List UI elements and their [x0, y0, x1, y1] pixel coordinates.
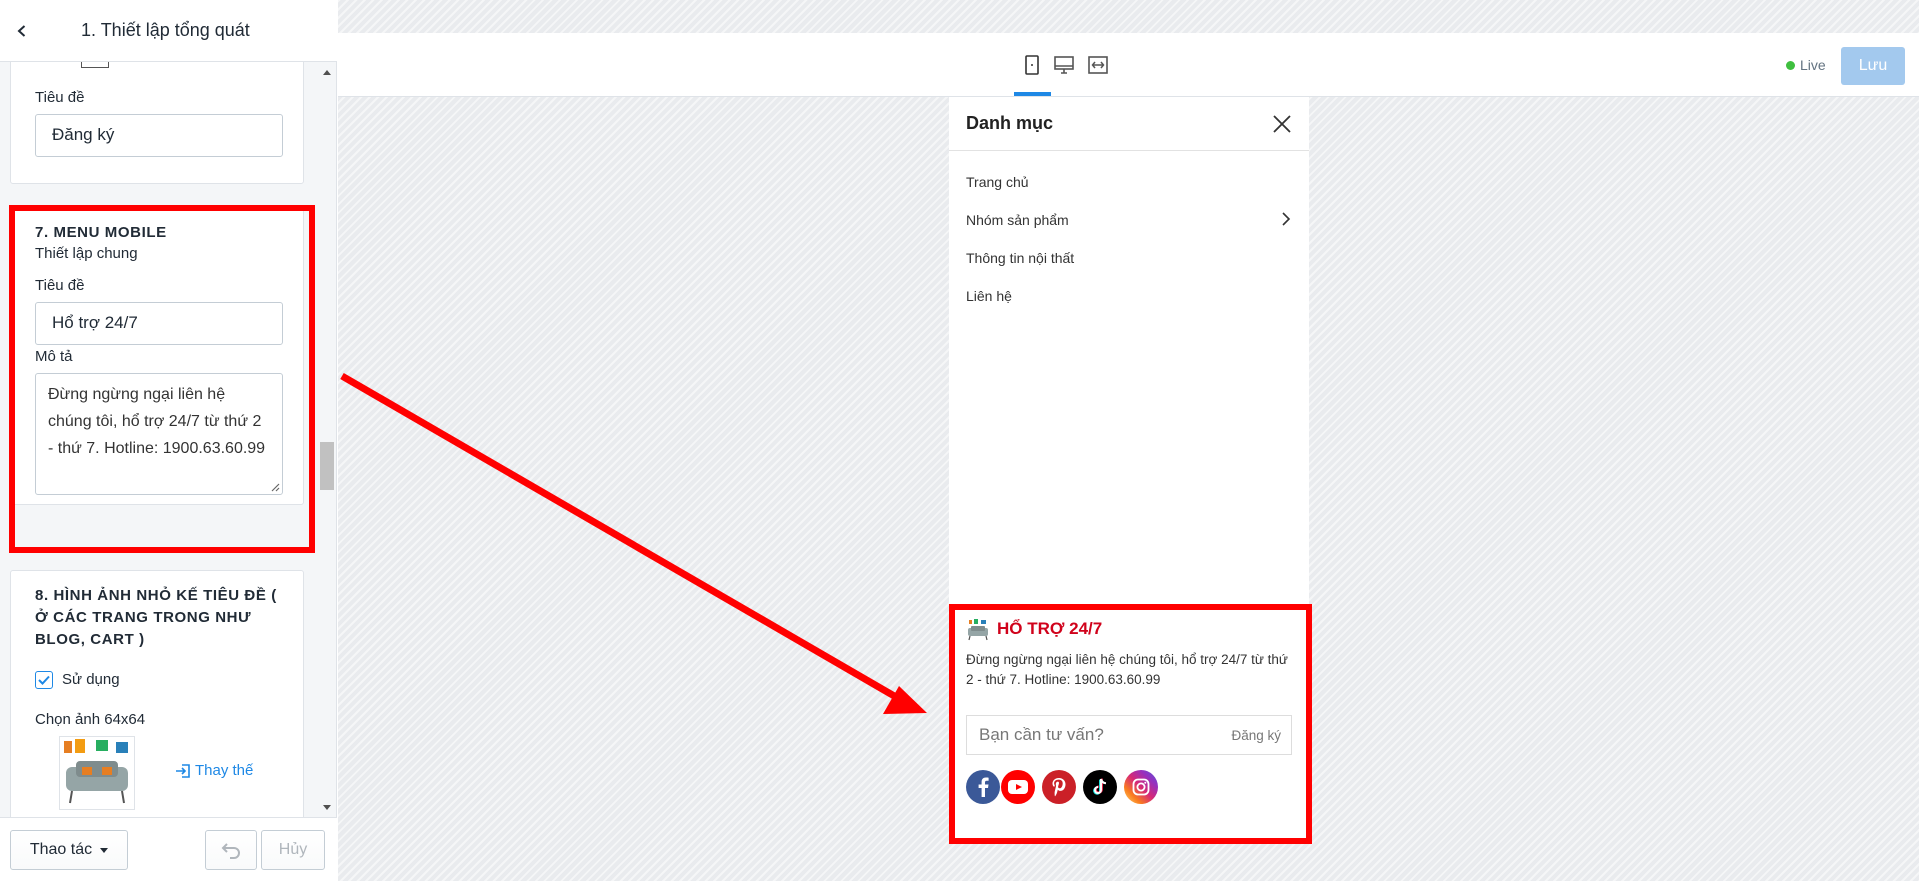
back-button[interactable] — [0, 0, 44, 62]
menu-mobile-card: 7. MENU MOBILE Thiết lập chung Tiêu đề H… — [10, 205, 304, 505]
image-size-label: Chọn ảnh 64x64 — [35, 711, 146, 728]
consult-input[interactable]: Bạn cần tư vấn? — [979, 725, 1104, 745]
sofa-icon — [968, 619, 988, 641]
instagram-icon — [1132, 778, 1150, 796]
settings-sidebar: 1. Thiết lập tổng quát Tiêu đề Đăng ký 7… — [0, 0, 337, 881]
menu-item-product-groups[interactable]: Nhóm sản phẩm — [966, 212, 1069, 228]
toggle-stub — [81, 62, 109, 68]
use-checkbox[interactable] — [35, 671, 53, 689]
save-button[interactable]: Lưu — [1841, 47, 1905, 85]
cancel-label: Hủy — [278, 841, 308, 858]
pinterest-icon — [1052, 778, 1066, 797]
sidebar-title: 1. Thiết lập tổng quát — [81, 20, 250, 40]
menu-desc-textarea[interactable]: Đừng ngừng ngại liên hệ chúng tôi, hổ tr… — [35, 373, 283, 495]
signup-title-input[interactable]: Đăng ký — [35, 114, 283, 157]
fullwidth-icon — [1088, 56, 1108, 74]
actions-dropdown[interactable]: Thao tác — [10, 830, 128, 870]
support-title: HỔ TRỢ 24/7 — [997, 619, 1103, 638]
sofa-image-icon — [64, 739, 128, 804]
thumbnail-card: 8. HÌNH ẢNH NHỎ KẾ TIÊU ĐỀ ( Ở CÁC TRANG… — [10, 570, 304, 817]
scroll-down-icon[interactable] — [323, 805, 331, 810]
tiktok-icon — [1093, 778, 1107, 795]
live-status: Live — [1786, 57, 1826, 73]
editor-topbar: Live Lưu — [338, 33, 1919, 97]
cancel-button[interactable]: Hủy — [261, 830, 325, 870]
youtube-link[interactable] — [1001, 770, 1035, 804]
sidebar-scroll-area: Tiêu đề Đăng ký 7. MENU MOBILE Thiết lập… — [0, 62, 337, 817]
signup-button[interactable]: Đăng ký — [1231, 728, 1281, 743]
check-icon — [38, 675, 50, 685]
thumbnail-image — [59, 736, 135, 810]
instagram-link[interactable] — [1124, 770, 1158, 804]
youtube-icon — [1008, 780, 1028, 794]
support-description: Đừng ngừng ngại liên hệ chúng tôi, hổ tr… — [966, 652, 1288, 687]
menu-desc-label: Mô tả — [35, 348, 73, 365]
menu-header: Danh mục — [949, 97, 1309, 151]
menu-item-home[interactable]: Trang chủ — [966, 174, 1029, 190]
chevron-right-icon[interactable] — [1281, 212, 1291, 226]
pinterest-link[interactable] — [1042, 770, 1076, 804]
desktop-view-button[interactable] — [1052, 53, 1076, 77]
desktop-icon — [1054, 56, 1074, 74]
sidebar-header: 1. Thiết lập tổng quát — [0, 0, 337, 62]
menu-item-interior-info[interactable]: Thông tin nội thất — [966, 250, 1074, 266]
actions-label: Thao tác — [29, 841, 93, 858]
scroll-up-icon[interactable] — [323, 70, 331, 75]
fullwidth-view-button[interactable] — [1086, 53, 1110, 77]
signup-title-label: Tiêu đề — [35, 89, 85, 106]
mobile-icon — [1025, 55, 1039, 75]
active-device-indicator — [1014, 92, 1051, 96]
replace-image-link[interactable]: Thay thế — [175, 762, 253, 779]
undo-icon — [221, 843, 240, 859]
undo-button[interactable] — [205, 830, 257, 870]
facebook-link[interactable] — [966, 770, 1000, 804]
menu-desc-text: Đừng ngừng ngại liên hệ chúng tôi, hổ tr… — [48, 386, 266, 457]
mobile-menu-preview: Danh mục Trang chủ Nhóm sản phẩm Thông t… — [949, 97, 1309, 841]
use-checkbox-label: Sử dụng — [62, 671, 120, 688]
menu-mobile-subheading: Thiết lập chung — [35, 245, 138, 262]
chevron-left-icon — [17, 24, 26, 37]
sidebar-footer: Thao tác Hủy — [0, 817, 337, 881]
replace-icon — [176, 763, 190, 778]
live-dot-icon — [1786, 60, 1795, 70]
caret-down-icon — [100, 847, 109, 853]
facebook-icon — [978, 777, 989, 797]
scroll-thumb[interactable] — [320, 442, 334, 490]
consult-form: Bạn cần tư vấn? Đăng ký — [966, 715, 1292, 755]
close-icon[interactable] — [1271, 113, 1293, 135]
mobile-view-button[interactable] — [1020, 53, 1044, 77]
menu-title: Danh mục — [966, 113, 1054, 133]
menu-item-contact[interactable]: Liên hệ — [966, 288, 1012, 304]
resize-handle-icon[interactable] — [270, 482, 280, 492]
signup-settings-card: Tiêu đề Đăng ký — [10, 62, 304, 184]
menu-mobile-heading: 7. MENU MOBILE — [35, 224, 167, 241]
menu-title-input[interactable]: Hổ trợ 24/7 — [35, 302, 283, 345]
sidebar-scrollbar[interactable] — [318, 62, 336, 817]
live-label: Live — [1800, 57, 1826, 73]
menu-title-label: Tiêu đề — [35, 277, 85, 294]
replace-label: Thay thế — [195, 762, 254, 779]
tiktok-link[interactable] — [1083, 770, 1117, 804]
thumbnail-heading: 8. HÌNH ẢNH NHỎ KẾ TIÊU ĐỀ ( Ở CÁC TRANG… — [35, 587, 277, 648]
